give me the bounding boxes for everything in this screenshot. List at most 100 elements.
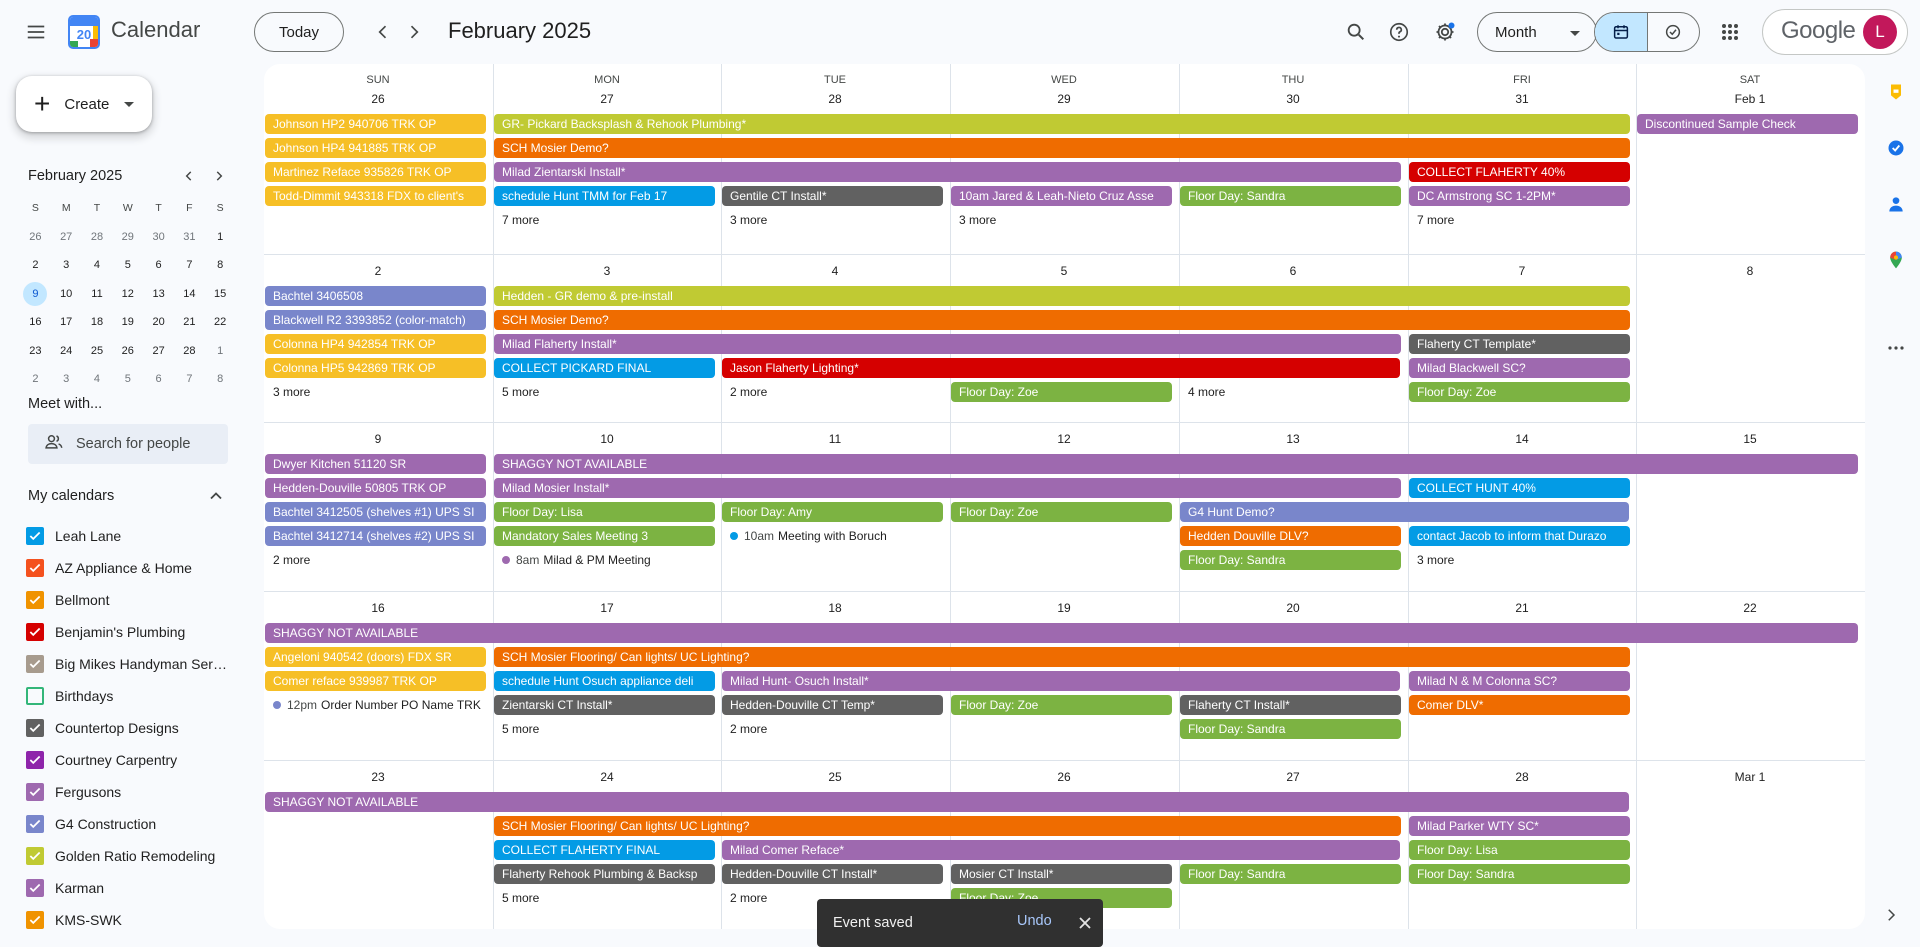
google-apps-grid-icon[interactable] — [1710, 12, 1750, 52]
calendar-event-chip[interactable]: SHAGGY NOT AVAILABLE — [265, 623, 1858, 643]
keep-icon[interactable] — [1880, 76, 1912, 108]
mini-calendar-day[interactable]: 2 — [20, 259, 51, 271]
more-events-link[interactable]: 3 more — [951, 210, 996, 230]
mini-calendar-day[interactable]: 6 — [143, 259, 174, 271]
mini-calendar-day[interactable]: 27 — [143, 345, 174, 357]
checkbox-checked-icon[interactable] — [26, 623, 44, 641]
day-number[interactable]: 26 — [264, 92, 492, 106]
calendar-event-chip[interactable]: Milad Blackwell SC? — [1409, 358, 1630, 378]
mini-calendar-day[interactable]: 13 — [143, 288, 174, 300]
mini-calendar-day[interactable]: 14 — [174, 288, 205, 300]
search-people-input[interactable]: Search for people — [28, 424, 228, 464]
checkbox-checked-icon[interactable] — [26, 911, 44, 929]
tasks-view-icon[interactable] — [1646, 13, 1699, 51]
calendar-event-chip[interactable]: Milad Mosier Install* — [494, 478, 1401, 498]
mini-calendar-day[interactable]: 5 — [112, 373, 143, 385]
calendar-event-chip[interactable]: Flaherty Rehook Plumbing & Backsp — [494, 864, 715, 884]
calendar-event-chip[interactable]: Milad N & M Colonna SC? — [1409, 671, 1630, 691]
calendar-event-chip[interactable]: DC Armstrong SC 1-2PM* — [1409, 186, 1630, 206]
mini-calendar-day[interactable]: 26 — [112, 345, 143, 357]
view-switcher-dropdown[interactable]: Month — [1477, 12, 1597, 52]
checkbox-unchecked-icon[interactable] — [26, 687, 44, 705]
more-events-link[interactable]: 2 more — [722, 719, 767, 739]
calendar-event-chip[interactable]: 10am Jared & Leah-Nieto Cruz Asse — [951, 186, 1172, 206]
calendar-event-chip[interactable]: Floor Day: Lisa — [1409, 840, 1630, 860]
calendar-event-chip[interactable]: Floor Day: Sandra — [1180, 186, 1401, 206]
calendar-event-chip[interactable]: Floor Day: Zoe — [1409, 382, 1630, 402]
calendar-event-chip[interactable]: Johnson HP2 940706 TRK OP — [265, 114, 486, 134]
calendar-view-icon[interactable] — [1595, 13, 1647, 51]
checkbox-checked-icon[interactable] — [26, 591, 44, 609]
day-number[interactable]: 8 — [1636, 264, 1864, 278]
calendar-event-chip[interactable]: SCH Mosier Demo? — [494, 310, 1630, 330]
contacts-icon[interactable] — [1880, 188, 1912, 220]
calendar-event-chip[interactable]: GR- Pickard Backsplash & Rehook Plumbing… — [494, 114, 1630, 134]
calendar-event-chip[interactable]: COLLECT HUNT 40% — [1409, 478, 1630, 498]
mini-calendar-day[interactable]: 1 — [205, 345, 236, 357]
day-number[interactable]: 11 — [721, 432, 949, 446]
calendar-event-chip[interactable]: Floor Day: Lisa — [494, 502, 715, 522]
calendar-event-chip[interactable]: Milad Hunt- Osuch Install* — [722, 671, 1400, 691]
day-number[interactable]: 9 — [264, 432, 492, 446]
calendar-event-chip[interactable]: Floor Day: Sandra — [1180, 550, 1401, 570]
mini-calendar-day[interactable]: 28 — [174, 345, 205, 357]
chevron-up-icon[interactable] — [206, 486, 226, 506]
day-number[interactable]: Feb 1 — [1636, 92, 1864, 106]
more-events-link[interactable]: 7 more — [1409, 210, 1454, 230]
day-number[interactable]: 10 — [493, 432, 721, 446]
calendar-event-chip[interactable]: SCH Mosier Flooring/ Can lights/ UC Ligh… — [494, 816, 1401, 836]
calendar-event-chip[interactable]: Colonna HP5 942869 TRK OP — [265, 358, 486, 378]
account-switcher[interactable]: Google L — [1762, 9, 1908, 55]
mini-calendar-day[interactable]: 4 — [82, 259, 113, 271]
calendar-list-item[interactable]: AZ Appliance & Home — [26, 552, 236, 584]
day-number[interactable]: 19 — [950, 601, 1178, 615]
calendar-event-chip[interactable]: Milad Parker WTY SC* — [1409, 816, 1630, 836]
mini-calendar-day[interactable]: 22 — [205, 316, 236, 328]
calendar-event-chip[interactable]: SCH Mosier Demo? — [494, 138, 1630, 158]
calendar-list-item[interactable]: Big Mikes Handyman Serv... — [26, 648, 236, 680]
calendar-event-chip[interactable]: G4 Hunt Demo? — [1180, 502, 1629, 522]
checkbox-checked-icon[interactable] — [26, 527, 44, 545]
more-apps-dots-icon[interactable] — [1880, 332, 1912, 364]
calendar-list-item[interactable]: Leah Lane — [26, 520, 236, 552]
calendar-event-chip[interactable]: Comer DLV* — [1409, 695, 1630, 715]
calendar-event-chip[interactable]: Milad Flaherty Install* — [494, 334, 1401, 354]
close-icon[interactable] — [1075, 913, 1095, 933]
calendar-event-chip[interactable]: Floor Day: Zoe — [951, 695, 1172, 715]
more-events-link[interactable]: 3 more — [265, 382, 310, 402]
mini-calendar-day[interactable]: 7 — [174, 259, 205, 271]
more-events-link[interactable]: 4 more — [1180, 382, 1225, 402]
help-icon[interactable] — [1379, 12, 1419, 52]
day-number[interactable]: Mar 1 — [1636, 770, 1864, 784]
checkbox-checked-icon[interactable] — [26, 783, 44, 801]
checkbox-checked-icon[interactable] — [26, 879, 44, 897]
maps-icon[interactable] — [1880, 244, 1912, 276]
mini-calendar-day[interactable]: 10 — [51, 288, 82, 300]
day-number[interactable]: 13 — [1179, 432, 1407, 446]
main-menu-icon[interactable] — [16, 12, 56, 52]
more-events-link[interactable]: 5 more — [494, 382, 539, 402]
day-number[interactable]: 16 — [264, 601, 492, 615]
mini-calendar-day[interactable]: 3 — [51, 259, 82, 271]
checkbox-checked-icon[interactable] — [26, 847, 44, 865]
my-calendars-heading[interactable]: My calendars — [28, 488, 114, 504]
calendar-event-chip[interactable]: Dwyer Kitchen 51120 SR — [265, 454, 486, 474]
mini-calendar-day[interactable]: 4 — [82, 373, 113, 385]
calendar-event-chip[interactable]: Todd-Dimmit 943318 FDX to client's — [265, 186, 486, 206]
calendar-event-chip[interactable]: Flaherty CT Install* — [1180, 695, 1401, 715]
app-title[interactable]: Calendar — [111, 17, 200, 43]
day-number[interactable]: 4 — [721, 264, 949, 278]
mini-calendar-day[interactable]: 29 — [112, 231, 143, 243]
checkbox-checked-icon[interactable] — [26, 559, 44, 577]
more-events-link[interactable]: 5 more — [494, 888, 539, 908]
today-button[interactable]: Today — [254, 12, 344, 52]
more-events-link[interactable]: 2 more — [265, 550, 310, 570]
mini-calendar-day[interactable]: 21 — [174, 316, 205, 328]
day-number[interactable]: 29 — [950, 92, 1178, 106]
calendar-event-chip[interactable]: SCH Mosier Flooring/ Can lights/ UC Ligh… — [494, 647, 1630, 667]
day-number[interactable]: 24 — [493, 770, 721, 784]
calendar-event-chip[interactable]: Floor Day: Zoe — [951, 382, 1172, 402]
mini-calendar-day[interactable]: 9 — [20, 281, 51, 306]
timed-event[interactable]: 12pm Order Number PO Name TRK — [265, 695, 486, 715]
checkbox-checked-icon[interactable] — [26, 719, 44, 737]
